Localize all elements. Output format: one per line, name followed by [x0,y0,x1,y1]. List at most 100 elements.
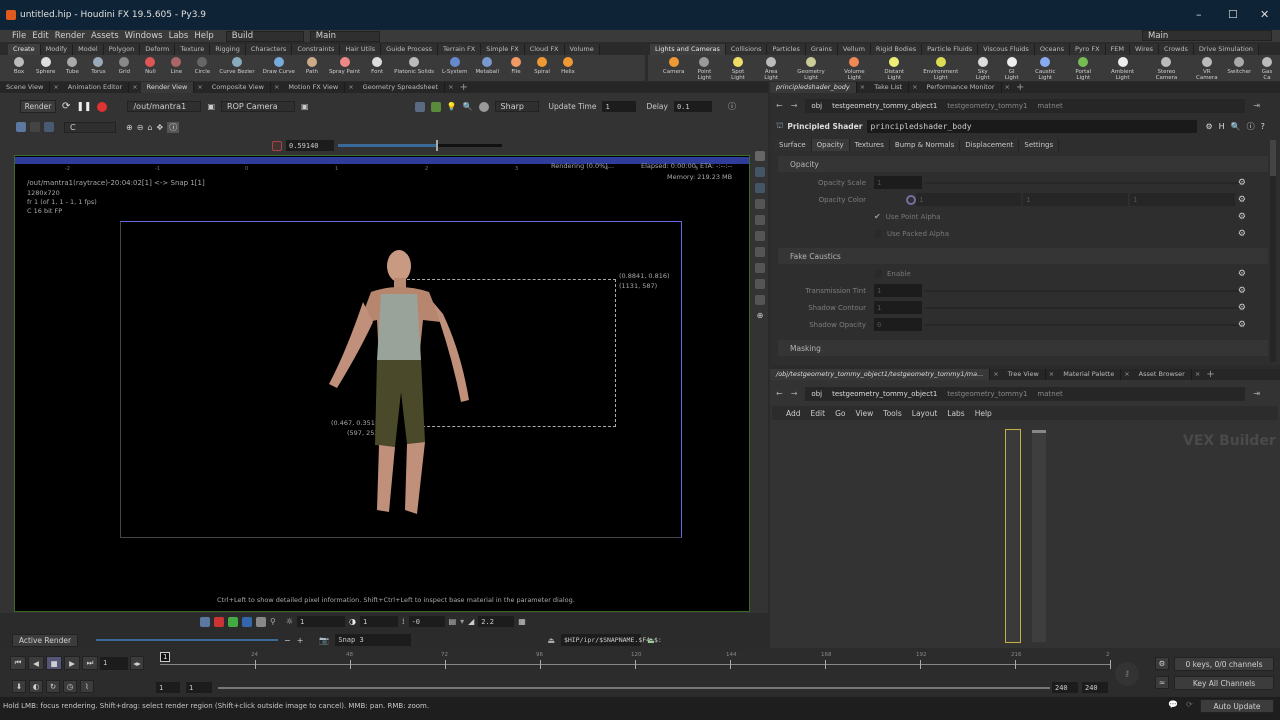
red-channel-icon[interactable] [214,616,224,627]
forward-icon[interactable]: → [791,101,798,110]
desktop-select[interactable]: Build [225,30,304,42]
shelf-tab-cloud-fx[interactable]: Cloud FX [524,44,565,55]
preview-mode-select[interactable]: Sharp [494,101,539,112]
tool-point-light[interactable]: Point Light [687,55,721,81]
brightness-icon[interactable]: ☼ [286,617,293,626]
color-wheel-icon[interactable] [906,194,916,205]
info-icon[interactable]: ⓘ [167,121,180,133]
export-icon[interactable]: ⏏ [647,636,655,645]
tool-line[interactable]: Line [163,55,189,81]
breadcrumb-obj[interactable]: obj [811,390,822,398]
reset-icon[interactable] [272,140,282,151]
key-mode-select[interactable]: Key All Channels [1174,676,1274,690]
tool-spot-light[interactable]: Spot Light [721,55,754,81]
shelf-tab-crowds[interactable]: Crowds [1159,44,1194,55]
tool-platonic-solids[interactable]: Platonic Solids [390,55,438,81]
preview-icon[interactable] [430,101,441,112]
tab-geometry-spreadsheet[interactable]: Geometry Spreadsheet [357,82,446,93]
exposure-field[interactable]: 0.59140 [286,140,334,151]
masking-section[interactable]: Masking [778,340,1268,356]
tab-motion-fx-view[interactable]: Motion FX View [282,82,346,93]
tool-curve-bezier[interactable]: Curve Bezier [215,55,258,81]
tool-path[interactable]: Path [299,55,325,81]
key-icon[interactable]: ⚷ [1115,662,1139,686]
key-options-icon[interactable]: ≈ [1155,676,1169,689]
close-tab-icon[interactable]: × [194,82,205,93]
channel-list-icon[interactable]: ⚙ [1155,657,1169,670]
tool-caustic-light[interactable]: Caustic Light [1025,55,1065,81]
shadow-opacity-gear-icon[interactable]: ⚙ [1238,320,1246,330]
camera-snapshot-icon[interactable]: 📷 [319,636,329,645]
current-frame-field[interactable]: 1 [100,656,128,670]
packed-alpha-gear-icon[interactable]: ⚙ [1238,229,1246,239]
shelf-tab-rigid-bodies[interactable]: Rigid Bodies [870,44,923,55]
range-slider[interactable] [218,687,1050,689]
play-backward-button[interactable]: ◀ [28,656,44,670]
tool-ambient-light[interactable]: Ambient Light [1101,55,1144,81]
transmission-tint-slider[interactable] [925,289,1240,292]
tab-take-list[interactable]: Take List [868,82,910,93]
jump-end-button[interactable]: ⏭ [82,656,98,670]
tint-gear-icon[interactable]: ⚙ [1238,286,1246,296]
tab-material-palette[interactable]: Material Palette [1057,369,1122,380]
step-frame-button[interactable]: ◂▸ [130,656,144,670]
render-button[interactable]: Render [20,100,56,113]
transmission-tint-field[interactable]: 1 [874,284,922,297]
tab-scene-view[interactable]: Scene View [0,82,51,93]
close-tab-icon[interactable]: × [990,369,1001,380]
tab-performance-monitor[interactable]: Performance Monitor [921,82,1002,93]
breadcrumb-testgeometry-tommy1[interactable]: testgeometry_tommy1 [947,390,1027,398]
shelf-tab-constraints[interactable]: Constraints [292,44,341,55]
tool-stereo-camera[interactable]: Stereo Camera [1144,55,1189,81]
tool-torus[interactable]: Torus [85,55,111,81]
network-menu-labs[interactable]: Labs [947,409,964,418]
network-menu-help[interactable]: Help [975,409,992,418]
start-frame-field[interactable]: 1 [156,682,180,693]
shelf-tab-fem[interactable]: FEM [1105,44,1130,55]
shelf-tab-model[interactable]: Model [73,44,104,55]
menu-file[interactable]: File [12,31,26,41]
crosshair-icon[interactable] [755,199,765,209]
render-region-icon[interactable] [414,101,425,112]
shelf-tab-terrain-fx[interactable]: Terrain FX [437,44,482,55]
green-channel-icon[interactable] [228,616,238,627]
maximize-button[interactable]: ☐ [1228,8,1238,21]
layers-icon[interactable] [755,231,765,241]
close-tab-icon[interactable]: × [1121,369,1132,380]
loop-icon[interactable]: ↻ [46,680,60,693]
close-tab-icon[interactable]: × [129,82,140,93]
frame-icon[interactable]: ✥ [156,123,163,132]
network-editor[interactable] [770,380,1280,648]
tool-font[interactable]: Font [364,55,390,81]
sphere-icon[interactable] [478,101,489,112]
pause-icon[interactable]: ❚❚ [76,102,91,112]
lut-toggle-icon[interactable]: ▤ [449,617,457,626]
shelf-tab-particle-fluids[interactable]: Particle Fluids [922,44,979,55]
param-tab-settings[interactable]: Settings [1019,139,1060,151]
offset-icon[interactable]: ⁞ [402,617,405,626]
shelf-tab-pyro-fx[interactable]: Pyro FX [1070,44,1106,55]
tab-tree-view[interactable]: Tree View [1002,369,1046,380]
right-context-select[interactable]: Main [1142,30,1272,41]
breadcrumb-obj[interactable]: obj [811,102,822,110]
shelf-tab-drive-simulation[interactable]: Drive Simulation [1193,44,1259,55]
use-point-alpha-checkbox[interactable]: ✔ [874,212,881,221]
tab-composite-view[interactable]: Composite View [206,82,271,93]
tool-gas-ca[interactable]: Gas Ca [1254,55,1280,81]
param-tab-surface[interactable]: Surface [774,139,812,151]
forward-icon[interactable]: → [791,389,798,398]
param-tab-textures[interactable]: Textures [849,139,890,151]
help-h-icon[interactable]: H [1219,122,1225,131]
breadcrumb-matnet[interactable]: matnet [1037,102,1062,110]
tile-mode-icon[interactable] [30,122,40,132]
display-mode-icon[interactable] [16,122,26,132]
question-icon[interactable]: ? [1261,122,1265,131]
overlay-icon[interactable] [755,263,765,273]
sync-icon[interactable]: ⟳ [1186,700,1193,709]
add-tab-icon[interactable]: + [1013,82,1027,93]
network-menu-view[interactable]: View [855,409,873,418]
breadcrumb-testgeometry-tommy-object1[interactable]: testgeometry_tommy_object1 [832,102,937,110]
tool-file[interactable]: File [503,55,529,81]
context-select[interactable]: Main [309,30,380,42]
network-menu-add[interactable]: Add [786,409,801,418]
